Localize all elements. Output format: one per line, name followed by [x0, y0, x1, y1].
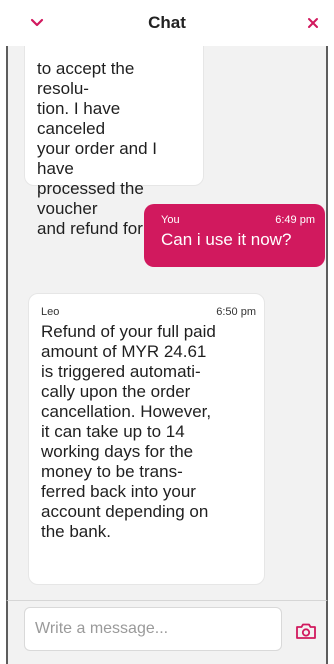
- chevron-down-icon: [30, 18, 44, 27]
- page-title: Chat: [148, 13, 186, 32]
- message-bubble-agent: Leo 6:50 pm Refund of your full paid amo…: [28, 293, 265, 585]
- message-bubble-user: You 6:49 pm Can i use it now?: [144, 204, 325, 267]
- chat-screen: Chat to accept the resolu- tion. I have …: [0, 0, 334, 664]
- chat-header: Chat: [0, 0, 334, 46]
- message-list[interactable]: to accept the resolu- tion. I have cance…: [6, 46, 328, 600]
- message-input[interactable]: [24, 607, 282, 651]
- composer-bar: [6, 600, 328, 664]
- message-time: 6:50 pm: [216, 306, 256, 318]
- message-text: Can i use it now?: [161, 230, 292, 249]
- message-meta: Leo 6:50 pm: [41, 306, 256, 318]
- close-button[interactable]: [298, 8, 328, 38]
- camera-button[interactable]: [292, 619, 320, 643]
- message-meta: You 6:49 pm: [161, 214, 315, 226]
- message-sender: Leo: [41, 306, 60, 318]
- message-text: Refund of your full paid amount of MYR 2…: [41, 322, 216, 541]
- message-sender: You: [161, 214, 180, 226]
- close-icon: [308, 18, 318, 28]
- message-bubble-agent: to accept the resolu- tion. I have cance…: [24, 46, 204, 238]
- camera-icon: [296, 623, 316, 639]
- minimize-button[interactable]: [22, 8, 52, 38]
- message-time: 6:49 pm: [275, 214, 315, 226]
